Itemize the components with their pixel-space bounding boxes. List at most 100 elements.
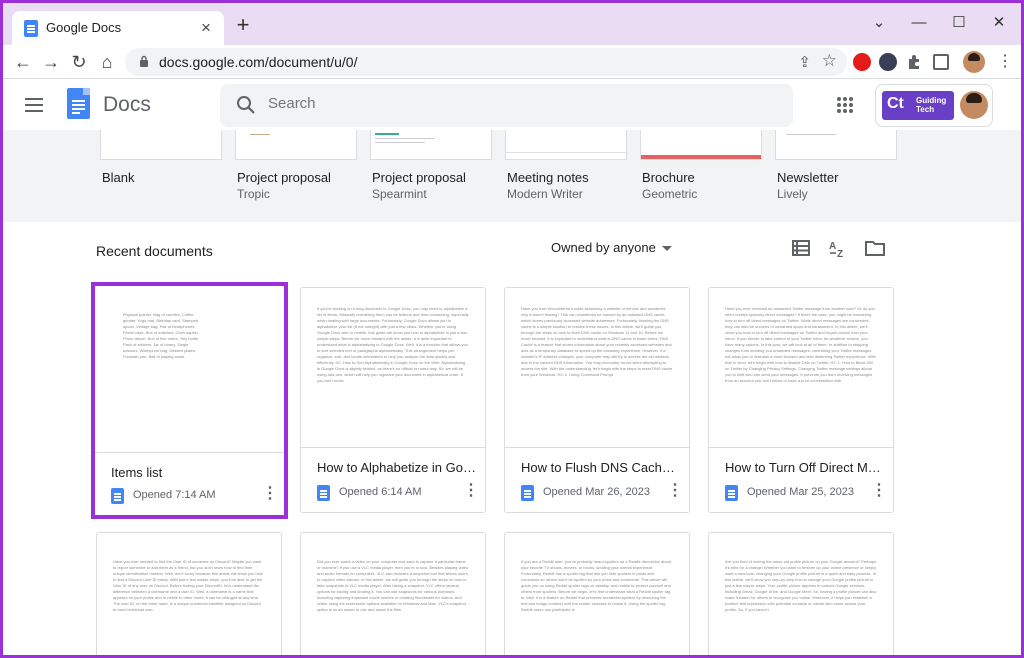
extensions-puzzle-icon[interactable] [905, 53, 923, 71]
template-thumbnail [775, 130, 897, 160]
template-name: Project proposal [237, 170, 331, 185]
owner-filter-dropdown[interactable]: Owned by anyone [551, 240, 672, 255]
doc-preview: Have you ever received an unwanted Twitt… [709, 288, 893, 448]
doc-card-discord-id[interactable]: Have you ever needed to find the User ID… [96, 532, 282, 655]
owner-filter-label: Owned by anyone [551, 240, 656, 255]
doc-card-flush-dns[interactable]: Have you ever encountered trouble access… [504, 287, 690, 513]
account-switcher[interactable]: Ct Guiding Tech [875, 84, 993, 127]
doc-preview: Have you ever encountered trouble access… [505, 288, 689, 448]
template-blank[interactable]: Blank [100, 130, 222, 219]
docs-header: Docs Ct Guiding Tech [3, 80, 1021, 130]
search-bar[interactable] [220, 84, 793, 127]
template-newsletter[interactable]: Newsletter Lively [775, 130, 897, 219]
reload-icon[interactable]: ↻ [65, 48, 93, 76]
doc-preview-text: If you are a Reddit user, you've probabl… [521, 559, 672, 612]
doc-more-options-icon[interactable]: ⋮ [871, 481, 887, 501]
doc-card-items-list[interactable]: Physical pointer, Bag of candies, Coffee… [91, 282, 288, 519]
doc-card-reddit-spoiler[interactable]: If you are a Reddit user, you've probabl… [504, 532, 690, 655]
opera-extension-icon[interactable] [853, 53, 871, 71]
home-icon[interactable]: ⌂ [93, 48, 121, 76]
window-close-icon[interactable]: ✕ [983, 11, 1015, 35]
template-thumbnail [235, 130, 357, 160]
app-title[interactable]: Docs [103, 93, 151, 117]
guiding-tech-logo: Ct Guiding Tech [882, 91, 954, 120]
template-style: Lively [777, 187, 808, 201]
folder-picker-icon[interactable] [863, 236, 887, 260]
tab-strip: Google Docs × + ⌄ — ☐ ✕ [3, 3, 1021, 45]
template-thumbnail [370, 130, 492, 160]
template-name: Brochure [642, 170, 695, 185]
template-name: Blank [102, 170, 135, 185]
doc-type-icon [317, 485, 330, 501]
tab-search-chevron-icon[interactable]: ⌄ [863, 11, 895, 35]
template-thumbnail [505, 130, 628, 160]
template-gallery: Blank Project proposal Tropic Project pr… [3, 130, 1021, 222]
browser-profile-avatar[interactable] [963, 51, 985, 73]
sort-az-icon[interactable]: AZ [826, 236, 850, 260]
doc-opened-time: Opened Mar 25, 2023 [747, 486, 855, 498]
doc-type-icon [725, 485, 738, 501]
google-apps-icon[interactable] [837, 97, 853, 113]
close-tab-icon[interactable]: × [196, 18, 216, 38]
doc-preview: If you're working on a long document in … [301, 288, 485, 448]
search-icon [237, 96, 255, 114]
lock-icon [140, 55, 148, 67]
docs-logo-icon[interactable] [67, 88, 90, 119]
template-project-proposal-spearmint[interactable]: Project proposal Spearmint [370, 130, 492, 219]
template-project-proposal-tropic[interactable]: Project proposal Tropic [235, 130, 357, 219]
doc-opened-time: Opened Mar 26, 2023 [543, 486, 651, 498]
doc-more-options-icon[interactable]: ⋮ [667, 481, 683, 501]
doc-more-options-icon[interactable]: ⋮ [463, 481, 479, 501]
share-icon[interactable]: ⇪ [798, 53, 811, 71]
main-menu-icon[interactable] [25, 98, 43, 112]
doc-preview: Physical pointer, Bag of candies, Coffee… [95, 286, 284, 453]
doc-more-options-icon[interactable]: ⋮ [262, 484, 278, 504]
maximize-icon[interactable]: ☐ [943, 11, 975, 35]
doc-type-icon [111, 488, 124, 504]
url-text: docs.google.com/document/u/0/ [159, 54, 358, 70]
doc-card-vlc-snapshot[interactable]: Did you ever watch a video on your compu… [300, 532, 486, 655]
template-thumbnail [640, 130, 762, 160]
doc-preview-text: Have you ever encountered trouble access… [521, 306, 673, 377]
doc-preview-text: If you're working on a long document in … [317, 306, 469, 383]
docs-favicon-icon [24, 20, 38, 37]
browser-tab[interactable]: Google Docs × [12, 11, 224, 45]
template-name: Meeting notes [507, 170, 589, 185]
doc-name: Items list [111, 465, 163, 480]
doc-opened-time: Opened 7:14 AM [133, 489, 216, 501]
new-tab-icon[interactable]: + [231, 14, 255, 38]
back-arrow-icon[interactable]: ← [9, 48, 37, 76]
template-style: Modern Writer [507, 187, 583, 201]
template-style: Geometric [642, 187, 698, 201]
tab-title: Google Docs [46, 20, 122, 35]
svg-text:Z: Z [837, 249, 843, 260]
doc-card-alphabetize[interactable]: If you're working on a long document in … [300, 287, 486, 513]
browser-window: Google Docs × + ⌄ — ☐ ✕ ← → ↻ ⌂ docs.goo… [3, 3, 1021, 655]
template-thumbnail [100, 130, 222, 160]
template-brochure[interactable]: Brochure Geometric [640, 130, 762, 219]
doc-card-twitter-dm[interactable]: Have you ever received an unwanted Twitt… [708, 287, 894, 513]
incognito-extension-icon[interactable] [879, 53, 897, 71]
template-meeting-notes[interactable]: Meeting notes Modern Writer [505, 130, 628, 219]
template-name: Project proposal [372, 170, 466, 185]
side-panel-icon[interactable] [933, 54, 949, 70]
guiding-tech-mark-icon: Ct [887, 95, 904, 112]
account-avatar [960, 91, 988, 119]
minimize-icon[interactable]: — [903, 11, 935, 35]
address-bar[interactable]: docs.google.com/document/u/0/ ⇪ ☆ [125, 48, 847, 76]
doc-card-google-profile[interactable]: Are you tired of seeing the same old pro… [708, 532, 894, 655]
list-view-icon[interactable] [789, 236, 813, 260]
doc-preview-text: Physical pointer, Bag of candies, Coffee… [123, 312, 200, 359]
browser-toolbar: ← → ↻ ⌂ docs.google.com/document/u/0/ ⇪ … [3, 45, 1021, 79]
doc-preview-text: Have you ever needed to find the User ID… [113, 559, 263, 612]
doc-preview-text: Have you ever received an unwanted Twitt… [725, 306, 876, 383]
forward-arrow-icon[interactable]: → [37, 48, 65, 76]
browser-menu-icon[interactable]: ⋮ [995, 51, 1015, 73]
dropdown-caret-icon [661, 246, 672, 252]
bookmark-star-icon[interactable]: ☆ [822, 51, 837, 71]
recent-documents-heading: Recent documents [96, 243, 213, 259]
search-input[interactable] [268, 95, 748, 112]
template-style: Tropic [237, 187, 270, 201]
template-style: Spearmint [372, 187, 427, 201]
doc-preview-text: Are you tired of seeing the same old pro… [725, 559, 877, 612]
